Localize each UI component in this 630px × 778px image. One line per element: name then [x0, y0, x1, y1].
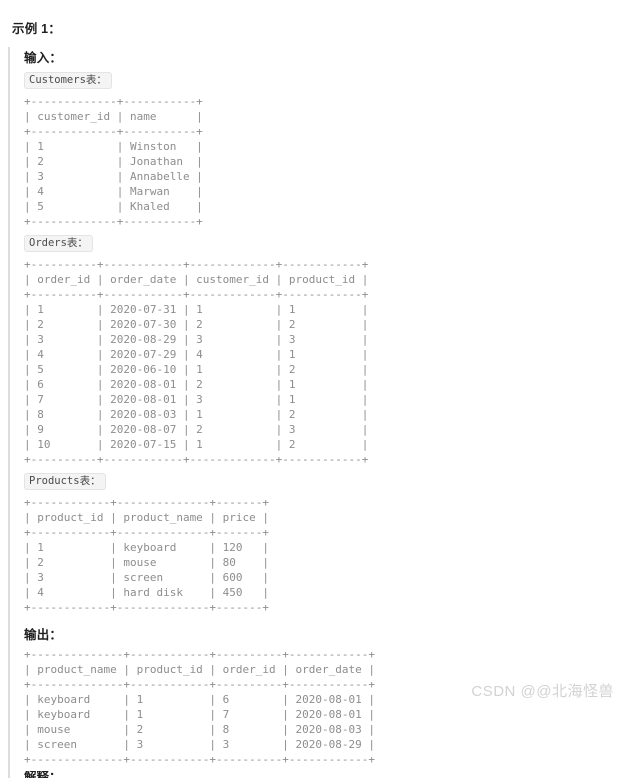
products-table-caption: Products表： [24, 473, 106, 490]
output-result-table: +--------------+------------+----------+… [24, 648, 375, 766]
customers-table: +-------------+-----------+ | customer_i… [24, 95, 203, 228]
article-body: 示例 1： 输入： Customers表： +-------------+---… [0, 0, 630, 778]
orders-table: +----------+------------+-------------+-… [24, 258, 369, 466]
example-blockquote: 输入： Customers表： +-------------+---------… [8, 47, 630, 778]
orders-table-block: Orders表： +----------+------------+------… [24, 233, 630, 467]
customers-table-caption: Customers表： [24, 72, 112, 89]
page-title: 示例 1： [12, 22, 61, 36]
csdn-watermark: CSDN @@北海怪兽 [471, 683, 614, 700]
orders-table-caption: Orders表： [24, 235, 93, 252]
explanation-section-label: 解释： [24, 771, 62, 778]
output-section-label: 输出： [24, 628, 63, 642]
products-table-block: Products表： +------------+--------------+… [24, 471, 630, 615]
input-section-label: 输入： [24, 51, 63, 65]
products-table: +------------+--------------+-------+ | … [24, 496, 270, 614]
customers-table-block: Customers表： +-------------+-----------+ … [24, 70, 630, 229]
